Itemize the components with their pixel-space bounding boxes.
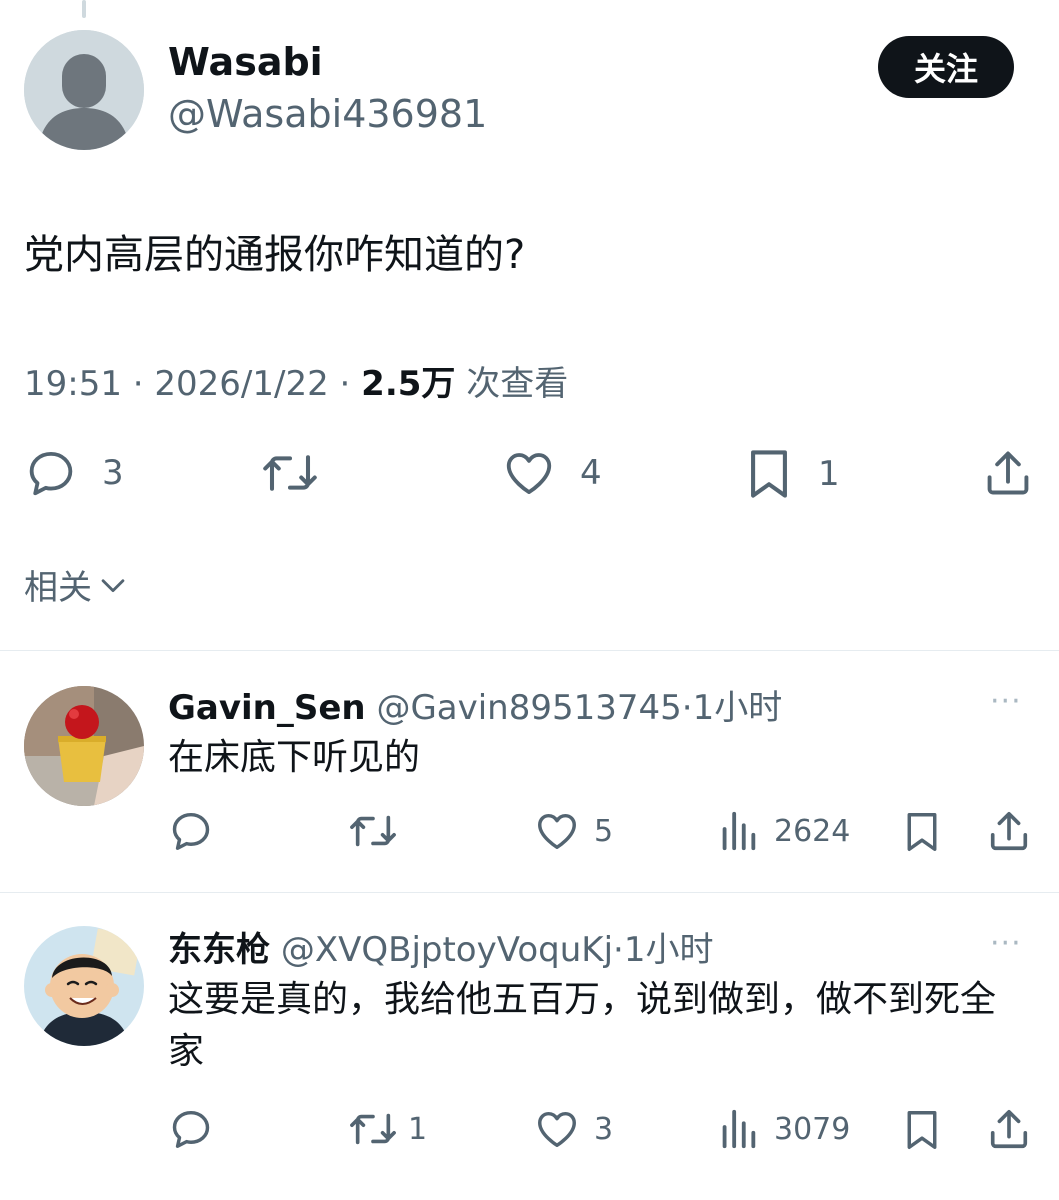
like-count: 5 bbox=[594, 813, 614, 849]
share-button[interactable] bbox=[982, 446, 1034, 500]
reply-text: 在床底下听见的 bbox=[168, 737, 421, 778]
reply-avatar[interactable] bbox=[24, 686, 144, 806]
share-icon bbox=[990, 811, 1028, 851]
reply-bookmark-button[interactable] bbox=[902, 808, 942, 856]
like-icon bbox=[538, 1111, 576, 1148]
bookmark-icon bbox=[907, 812, 937, 851]
reply-header: 东东枪 @XVQBjptoyVoquKj·1小时 bbox=[168, 922, 713, 971]
reply-time[interactable]: ·1小时 bbox=[682, 688, 782, 728]
tweet-text: 党内高层的通报你咋知道的? bbox=[24, 232, 526, 278]
retweet-icon bbox=[350, 815, 396, 847]
reply-count: 3 bbox=[102, 453, 124, 493]
reply-author-name[interactable]: Gavin_Sen bbox=[168, 688, 366, 728]
more-icon[interactable]: ··· bbox=[990, 926, 1022, 961]
tweet-timestamp[interactable]: 19:51 · 2026/1/22 · bbox=[24, 364, 361, 404]
reply-retweet-button[interactable] bbox=[348, 808, 410, 854]
reply-button[interactable]: 3 bbox=[24, 446, 124, 500]
reply-like-button[interactable]: 5 bbox=[534, 808, 613, 854]
reply-views-button[interactable]: 3079 bbox=[718, 1106, 850, 1152]
author-name[interactable]: Wasabi bbox=[168, 40, 323, 84]
reply-comment-button[interactable] bbox=[168, 808, 226, 854]
reply-author-name[interactable]: 东东枪 bbox=[168, 930, 270, 970]
tweet-meta: 19:51 · 2026/1/22 · 2.5万 次查看 bbox=[24, 356, 568, 405]
views-count: 2624 bbox=[774, 813, 851, 849]
like-icon bbox=[506, 453, 552, 495]
reply-avatar[interactable] bbox=[24, 926, 144, 1046]
divider bbox=[0, 892, 1059, 893]
retweet-icon bbox=[350, 1113, 396, 1145]
bookmark-icon bbox=[751, 450, 787, 498]
reply-author-handle[interactable]: @XVQBjptoyVoquKj bbox=[281, 930, 613, 970]
author-handle[interactable]: @Wasabi436981 bbox=[168, 92, 487, 136]
reply-views-button[interactable]: 2624 bbox=[718, 808, 850, 854]
like-button[interactable]: 4 bbox=[502, 446, 602, 500]
cartoon-face-avatar bbox=[24, 926, 144, 1046]
reply-time[interactable]: ·1小时 bbox=[613, 930, 713, 970]
reply-header: Gavin_Sen @Gavin89513745·1小时 bbox=[168, 680, 782, 729]
like-count: 4 bbox=[580, 453, 602, 493]
share-icon bbox=[990, 1109, 1028, 1149]
more-icon[interactable]: ··· bbox=[990, 684, 1022, 719]
reply-author-handle[interactable]: @Gavin89513745 bbox=[376, 688, 681, 728]
chevron-down-icon bbox=[101, 578, 125, 592]
reply-comment-button[interactable] bbox=[168, 1106, 226, 1152]
thread-line bbox=[82, 0, 86, 18]
reply-icon bbox=[172, 1110, 210, 1148]
reply-share-button[interactable] bbox=[986, 808, 1032, 854]
reply-icon bbox=[29, 451, 73, 496]
views-count: 2.5万 bbox=[361, 364, 456, 404]
retweet-button[interactable] bbox=[260, 446, 338, 500]
like-count: 3 bbox=[594, 1111, 614, 1147]
reply-bookmark-button[interactable] bbox=[902, 1106, 942, 1154]
reply-text: 这要是真的，我给他五百万，说到做到，做不到死全家 bbox=[168, 979, 997, 1072]
author-avatar[interactable] bbox=[24, 30, 144, 150]
divider bbox=[0, 650, 1059, 651]
retweet-icon bbox=[263, 455, 317, 491]
views-icon bbox=[722, 1109, 756, 1149]
related-toggle[interactable]: 相关 bbox=[24, 560, 130, 609]
views-icon bbox=[722, 811, 756, 851]
default-avatar-icon bbox=[24, 30, 144, 150]
share-icon bbox=[987, 451, 1029, 495]
views-count: 3079 bbox=[774, 1111, 851, 1147]
bookmark-icon bbox=[907, 1111, 937, 1149]
related-label: 相关 bbox=[24, 568, 92, 608]
bookmark-count: 1 bbox=[818, 454, 840, 494]
reply-share-button[interactable] bbox=[986, 1106, 1032, 1152]
reply-icon bbox=[172, 812, 210, 850]
follow-button[interactable]: 关注 bbox=[878, 36, 1014, 98]
reply-retweet-button[interactable]: 1 bbox=[348, 1106, 427, 1152]
reply-like-button[interactable]: 3 bbox=[534, 1106, 613, 1152]
bookmark-button[interactable]: 1 bbox=[744, 446, 840, 502]
like-icon bbox=[538, 813, 576, 850]
retweet-count: 1 bbox=[408, 1111, 428, 1147]
views-label: 次查看 bbox=[455, 364, 569, 404]
ice-cream-photo-avatar bbox=[24, 686, 144, 806]
